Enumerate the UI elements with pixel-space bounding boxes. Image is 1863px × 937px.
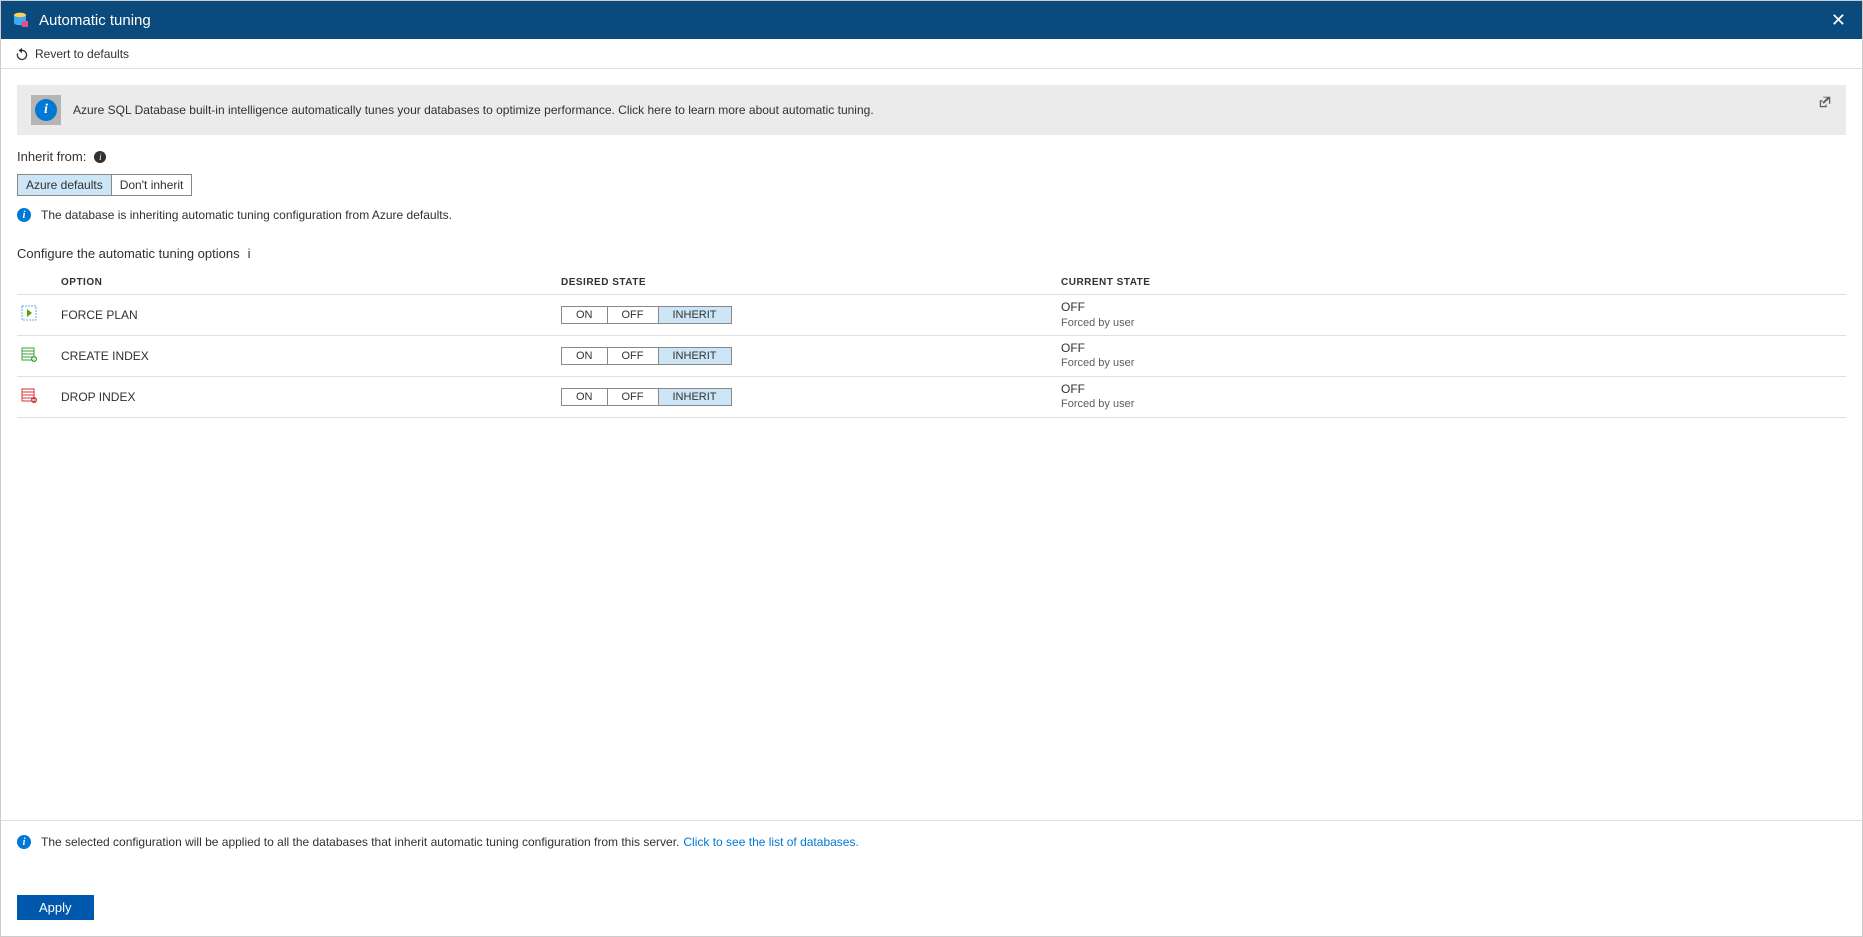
external-link-icon[interactable] — [1818, 95, 1832, 112]
info-hint-icon[interactable]: i — [94, 151, 106, 163]
footer: i The selected configuration will be app… — [1, 820, 1862, 936]
database-icon — [11, 11, 29, 29]
state-toggle: ON OFF INHERIT — [561, 388, 732, 406]
option-name: FORCE PLAN — [57, 295, 557, 336]
force-plan-icon — [21, 305, 37, 321]
current-state-cell: OFF Forced by user — [1057, 335, 1846, 376]
col-icon — [17, 271, 57, 295]
inherit-from-label-row: Inherit from: i — [17, 149, 1846, 164]
inherit-option-azure-defaults[interactable]: Azure defaults — [18, 175, 111, 195]
option-name: CREATE INDEX — [57, 335, 557, 376]
desired-state-cell: ON OFF INHERIT — [557, 376, 1057, 417]
info-icon: i — [35, 99, 57, 121]
inherit-from-label: Inherit from: — [17, 149, 86, 164]
inherit-status-row: i The database is inheriting automatic t… — [17, 208, 1846, 222]
table-row: FORCE PLAN ON OFF INHERIT OFF Forced by … — [17, 295, 1846, 336]
current-state-cell: OFF Forced by user — [1057, 376, 1846, 417]
col-option: OPTION — [57, 271, 557, 295]
info-hint-icon[interactable]: i — [248, 246, 251, 261]
col-current: CURRENT STATE — [1057, 271, 1846, 295]
current-state: OFF — [1061, 341, 1842, 357]
current-reason: Forced by user — [1061, 316, 1842, 330]
table-row: CREATE INDEX ON OFF INHERIT OFF Forced b… — [17, 335, 1846, 376]
undo-icon — [15, 47, 29, 61]
table-row: DROP INDEX ON OFF INHERIT OFF Forced by … — [17, 376, 1846, 417]
state-off[interactable]: OFF — [607, 307, 658, 323]
state-on[interactable]: ON — [562, 389, 607, 405]
configure-label: Configure the automatic tuning options — [17, 246, 240, 261]
footer-text: The selected configuration will be appli… — [41, 835, 679, 849]
current-state-cell: OFF Forced by user — [1057, 295, 1846, 336]
row-icon-cell — [17, 295, 57, 336]
footer-link[interactable]: Click to see the list of databases. — [683, 835, 858, 849]
apply-button[interactable]: Apply — [17, 895, 94, 920]
revert-label: Revert to defaults — [35, 47, 129, 61]
current-reason: Forced by user — [1061, 397, 1842, 411]
row-icon-cell — [17, 335, 57, 376]
state-inherit[interactable]: INHERIT — [658, 389, 731, 405]
current-reason: Forced by user — [1061, 356, 1842, 370]
state-on[interactable]: ON — [562, 307, 607, 323]
inherit-toggle: Azure defaults Don't inherit — [17, 174, 192, 196]
info-icon: i — [17, 208, 31, 222]
info-banner-text: Azure SQL Database built-in intelligence… — [73, 103, 874, 117]
title-bar: Automatic tuning ✕ — [1, 1, 1862, 39]
state-off[interactable]: OFF — [607, 348, 658, 364]
create-index-icon — [21, 346, 37, 362]
drop-index-icon — [21, 387, 37, 403]
revert-button[interactable]: Revert to defaults — [15, 47, 129, 61]
info-icon: i — [17, 835, 31, 849]
option-name: DROP INDEX — [57, 376, 557, 417]
inherit-status-text: The database is inheriting automatic tun… — [41, 208, 452, 222]
configure-section-title: Configure the automatic tuning options i — [17, 246, 1846, 261]
state-toggle: ON OFF INHERIT — [561, 347, 732, 365]
content-area: i Azure SQL Database built-in intelligen… — [1, 69, 1862, 820]
desired-state-cell: ON OFF INHERIT — [557, 335, 1057, 376]
close-icon[interactable]: ✕ — [1825, 10, 1852, 31]
state-off[interactable]: OFF — [607, 389, 658, 405]
inherit-option-dont-inherit[interactable]: Don't inherit — [111, 175, 192, 195]
desired-state-cell: ON OFF INHERIT — [557, 295, 1057, 336]
row-icon-cell — [17, 376, 57, 417]
state-inherit[interactable]: INHERIT — [658, 348, 731, 364]
state-on[interactable]: ON — [562, 348, 607, 364]
col-desired: DESIRED STATE — [557, 271, 1057, 295]
current-state: OFF — [1061, 300, 1842, 316]
options-table: OPTION DESIRED STATE CURRENT STATE FORCE… — [17, 271, 1846, 418]
footer-info-row: i The selected configuration will be app… — [17, 835, 1846, 849]
state-toggle: ON OFF INHERIT — [561, 306, 732, 324]
info-banner[interactable]: i Azure SQL Database built-in intelligen… — [17, 85, 1846, 135]
info-icon-box: i — [31, 95, 61, 125]
page-title: Automatic tuning — [39, 12, 1825, 29]
current-state: OFF — [1061, 382, 1842, 398]
toolbar: Revert to defaults — [1, 39, 1862, 69]
state-inherit[interactable]: INHERIT — [658, 307, 731, 323]
